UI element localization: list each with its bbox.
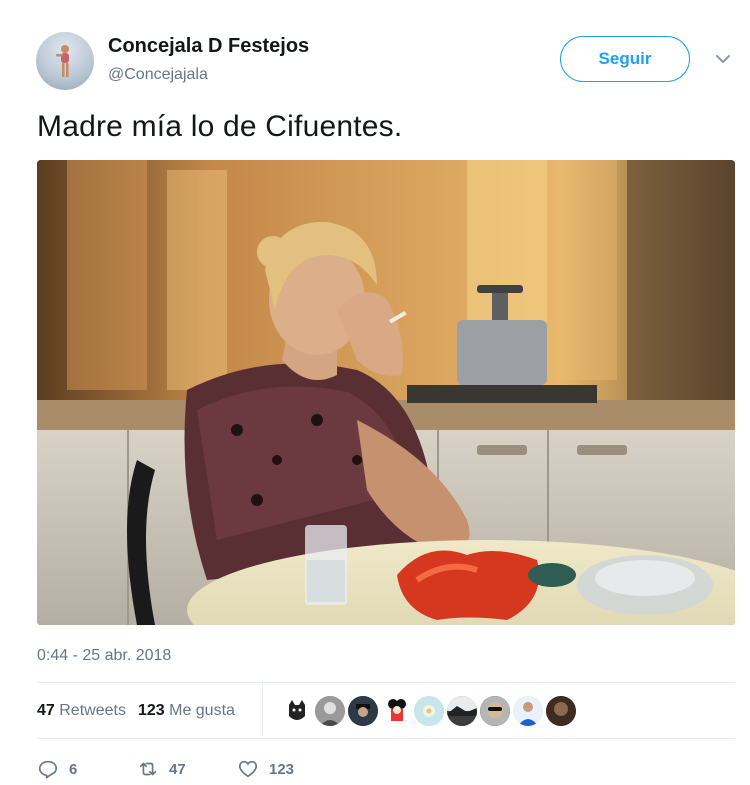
follow-button[interactable]: Seguir: [560, 36, 690, 82]
portrait-icon: [546, 696, 576, 726]
flower-icon: [414, 696, 444, 726]
tweet-actions: 6 47 123: [37, 758, 737, 782]
retweets-label: Retweets: [59, 702, 126, 719]
tweet-stats: 47 Retweets 123 Me gusta: [37, 702, 235, 720]
cat-icon: [289, 700, 305, 720]
user-handle[interactable]: @Concejajala: [108, 66, 208, 84]
likes-stat[interactable]: 123 Me gusta: [138, 702, 235, 719]
tweet-text: Madre mía lo de Cifuentes.: [37, 110, 403, 143]
tweet-timestamp[interactable]: 0:44 - 25 abr. 2018: [37, 647, 171, 665]
liker-avatar[interactable]: [348, 696, 378, 726]
retweet-icon: [139, 762, 157, 776]
liker-avatar[interactable]: [414, 696, 444, 726]
liker-avatar[interactable]: [315, 696, 345, 726]
liker-avatar[interactable]: [513, 696, 543, 726]
like-button[interactable]: 123: [237, 758, 294, 780]
dark-face-icon: [348, 696, 378, 726]
likes-label: Me gusta: [169, 702, 235, 719]
avatar-figure-icon: [56, 45, 69, 77]
liker-avatar[interactable]: [381, 696, 411, 726]
retweet-count: 47: [169, 760, 186, 778]
liker-avatar[interactable]: [282, 696, 312, 726]
divider: [37, 738, 735, 739]
tweet-photo[interactable]: [37, 160, 735, 625]
likes-count: 123: [137, 702, 165, 719]
stats-divider: [262, 684, 263, 736]
like-count: 123: [269, 760, 295, 778]
retweets-stat[interactable]: 47 Retweets: [37, 702, 126, 719]
reply-icon: [38, 760, 58, 779]
heart-icon: [238, 760, 258, 778]
chevron-down-icon[interactable]: [714, 52, 732, 66]
photo-illustration: [37, 160, 735, 625]
cartoon-icon: [388, 699, 406, 721]
follow-button-label: Seguir: [598, 49, 652, 68]
blue-shirt-icon: [513, 696, 543, 726]
retweets-count: 47: [37, 702, 55, 719]
display-name[interactable]: Concejala D Festejos: [108, 35, 309, 58]
reply-button[interactable]: 6: [37, 758, 77, 780]
liker-avatar[interactable]: [447, 696, 477, 726]
reply-count: 6: [69, 760, 78, 778]
divider: [37, 682, 735, 683]
liker-avatar[interactable]: [546, 696, 576, 726]
liker-avatar[interactable]: [480, 696, 510, 726]
profile-avatar[interactable]: [36, 32, 94, 90]
bw-face-icon: [315, 696, 345, 726]
landscape-icon: [447, 696, 477, 726]
retweet-button[interactable]: 47: [137, 758, 186, 780]
sunglasses-icon: [480, 696, 510, 726]
